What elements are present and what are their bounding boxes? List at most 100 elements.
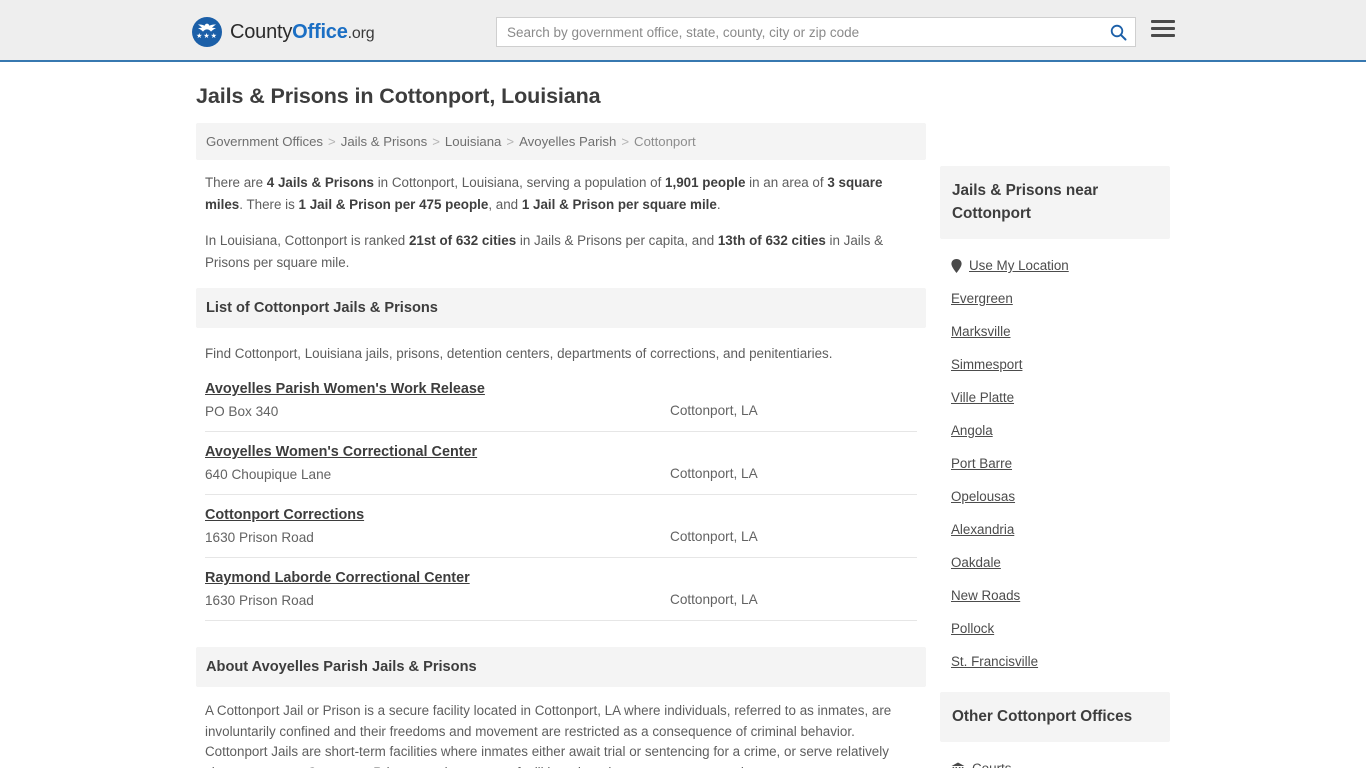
table-row: Avoyelles Parish Women's Work Release PO… [205,374,917,432]
sidebar-item-label: Angola [951,423,993,438]
about-section-body: A Cottonport Jail or Prison is a secure … [196,687,926,768]
sidebar-item-simmesport[interactable]: Simmesport [940,348,1170,381]
page-body: Jails & Prisons in Cottonport, Louisiana… [0,62,1366,768]
search-button[interactable] [1101,18,1135,46]
hamburger-bar [1151,34,1175,37]
hamburger-bar [1151,27,1175,30]
listing-name-link[interactable]: Raymond Laborde Correctional Center [205,570,470,586]
sidebar-heading-other-offices: Other Cottonport Offices [940,692,1170,742]
sidebar-item-opelousas[interactable]: Opelousas [940,480,1170,513]
listing-address: 1630 Prison Road [205,530,314,545]
listing-city: Cottonport, LA [670,403,758,418]
listing-name-link[interactable]: Avoyelles Parish Women's Work Release [205,381,485,397]
sidebar-item-use-my-location[interactable]: Use My Location [940,249,1170,282]
hamburger-menu-icon[interactable] [1151,20,1175,37]
about-section-heading: About Avoyelles Parish Jails & Prisons [196,647,926,687]
sidebar-item-marksville[interactable]: Marksville [940,315,1170,348]
sidebar-heading-nearby: Jails & Prisons near Cottonport [940,166,1170,239]
breadcrumb-item-government-offices[interactable]: Government Offices [206,134,323,149]
brand-text-org: .org [347,24,375,42]
sidebar-item-port-barre[interactable]: Port Barre [940,447,1170,480]
listing-address: 640 Choupique Lane [205,467,332,482]
search-bar[interactable] [496,17,1136,47]
table-row: Raymond Laborde Correctional Center 1630… [205,558,917,621]
intro-rank-capita: 21st of 632 cities [408,233,517,248]
listing-name-link[interactable]: Cottonport Corrections [205,507,364,523]
breadcrumb: Government Offices > Jails & Prisons > Louis… [196,123,926,160]
jails-prisons-list: Avoyelles Parish Women's Work Release PO… [196,374,926,621]
intro-text: There are [205,175,267,190]
intro-text: in an area of [745,175,828,190]
search-icon [1110,24,1126,40]
sidebar-item-label: St. Francisville [951,654,1039,669]
sidebar-item-label: Ville Platte [951,390,1015,405]
sidebar: Jails & Prisons near Cottonport Use My L… [940,166,1170,768]
intro-paragraph-2: In Louisiana, Cottonport is ranked 21st … [205,230,917,274]
listing-city: Cottonport, LA [670,592,758,607]
sidebar-item-pollock[interactable]: Pollock [940,612,1170,645]
brand-wordmark: CountyOffice.org [230,20,375,44]
sidebar-item-new-roads[interactable]: New Roads [940,579,1170,612]
listing-details: Avoyelles Parish Women's Work Release PO… [205,380,670,419]
breadcrumb-item-avoyelles-parish[interactable]: Avoyelles Parish [519,134,616,149]
main-content: Jails & Prisons in Cottonport, Louisiana… [196,84,926,768]
hamburger-bar [1151,20,1175,23]
breadcrumb-item-jails-prisons[interactable]: Jails & Prisons [341,134,427,149]
sidebar-item-st-francisville[interactable]: St. Francisville [940,645,1170,678]
breadcrumb-item-cottonport: Cottonport [634,134,696,149]
listing-details: Raymond Laborde Correctional Center 1630… [205,569,670,608]
brand-text-county: County [230,20,293,43]
listing-name-link[interactable]: Avoyelles Women's Correctional Center [205,444,477,460]
intro-text: , and [488,197,522,212]
page-title: Jails & Prisons in Cottonport, Louisiana [196,84,601,108]
intro-stat-population: 1,901 people [665,175,746,190]
breadcrumb-separator: > [432,134,440,149]
map-pin-icon [951,258,962,273]
table-row: Avoyelles Women's Correctional Center 64… [205,432,917,495]
intro-statistics: There are 4 Jails & Prisons in Cottonpor… [196,160,926,274]
listing-city: Cottonport, LA [670,466,758,481]
bank-columns-icon [951,762,965,768]
sidebar-item-label: Port Barre [951,456,1013,471]
sidebar-item-oakdale[interactable]: Oakdale [940,546,1170,579]
list-section-subtext: Find Cottonport, Louisiana jails, prison… [205,346,833,361]
sidebar-item-label: Marksville [951,324,1011,339]
list-section-heading: List of Cottonport Jails & Prisons [196,288,926,328]
listing-address: 1630 Prison Road [205,593,314,608]
eagle-icon [198,23,216,32]
intro-text: . There is [239,197,299,212]
intro-text: . [716,197,721,212]
breadcrumb-item-louisiana[interactable]: Louisiana [445,134,501,149]
intro-paragraph-1: There are 4 Jails & Prisons in Cottonpor… [205,172,917,216]
intro-text: in Jails & Prisons per capita, and [516,233,718,248]
about-paragraph: A Cottonport Jail or Prison is a secure … [205,703,892,768]
sidebar-other-offices-list: Courts [940,742,1170,768]
sidebar-item-label: New Roads [951,588,1021,603]
search-input[interactable] [497,18,1101,46]
breadcrumb-separator: > [506,134,515,149]
sidebar-item-label: Opelousas [951,489,1016,504]
intro-stat-per-people: 1 Jail & Prison per 475 people [298,197,489,212]
site-logo[interactable]: ★★★ CountyOffice.org [192,17,375,47]
sidebar-item-ville-platte[interactable]: Ville Platte [940,381,1170,414]
breadcrumb-separator: > [328,134,336,149]
intro-stat-count: 4 Jails & Prisons [266,175,374,190]
sidebar-item-label: Courts [972,761,1011,768]
site-header: ★★★ CountyOffice.org [0,0,1366,62]
listing-details: Avoyelles Women's Correctional Center 64… [205,443,670,482]
sidebar-item-label: Evergreen [951,291,1013,306]
sidebar-item-alexandria[interactable]: Alexandria [940,513,1170,546]
sidebar-item-label: Oakdale [951,555,1001,570]
sidebar-item-evergreen[interactable]: Evergreen [940,282,1170,315]
listing-city: Cottonport, LA [670,529,758,544]
countyoffice-emblem-icon: ★★★ [192,17,222,47]
intro-stat-per-sqmile: 1 Jail & Prison per square mile [521,197,717,212]
table-row: Cottonport Corrections 1630 Prison Road … [205,495,917,558]
intro-rank-sqmile: 13th of 632 cities [717,233,826,248]
listing-details: Cottonport Corrections 1630 Prison Road [205,506,670,545]
sidebar-item-label: Simmesport [951,357,1023,372]
intro-text: in Cottonport, Louisiana, serving a popu… [373,175,666,190]
sidebar-item-courts[interactable]: Courts [940,752,1170,768]
sidebar-item-angola[interactable]: Angola [940,414,1170,447]
three-stars-icon: ★★★ [196,33,218,40]
